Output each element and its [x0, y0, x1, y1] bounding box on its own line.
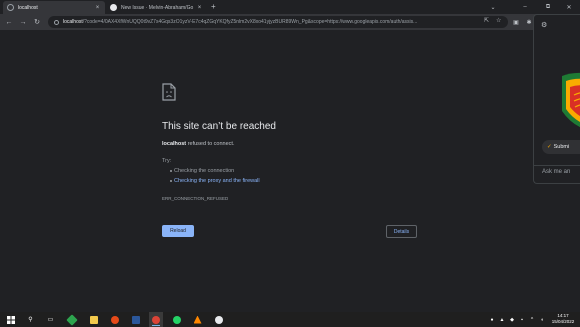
- check-icon: ✓: [547, 144, 552, 150]
- minimize-button[interactable]: –: [514, 1, 536, 13]
- error-host: localhost: [162, 141, 187, 147]
- tray-icon-drive[interactable]: ▲: [498, 314, 506, 325]
- chrome-icon[interactable]: [150, 314, 161, 325]
- windows-start-icon[interactable]: [5, 314, 16, 325]
- file-explorer-icon[interactable]: [88, 314, 99, 325]
- bookmark-star-icon[interactable]: ☆: [496, 17, 501, 24]
- app-icon-blue[interactable]: [213, 314, 224, 325]
- app-icon-red[interactable]: [109, 314, 120, 325]
- error-code: ERR_CONNECTION_REFUSED: [162, 196, 229, 201]
- suggestion-proxy-link[interactable]: Checking the proxy and the firewall: [174, 178, 260, 184]
- tab-localhost[interactable]: localhost ×: [3, 1, 105, 14]
- address-bar[interactable]: localhost /?code=4/0AX4XfWnUQQ0t9vZ7s4Gq…: [48, 16, 508, 28]
- close-tab-icon[interactable]: ×: [196, 5, 203, 11]
- share-icon[interactable]: ⇱: [484, 17, 489, 24]
- tab-strip: localhost × New Issue · Melvin-Abraham/G…: [0, 0, 580, 14]
- close-tab-icon[interactable]: ×: [94, 5, 101, 11]
- bullet: [170, 170, 172, 172]
- tab-title: New Issue · Melvin-Abraham/Go: [121, 4, 194, 11]
- maximize-button[interactable]: ⧉: [537, 1, 559, 13]
- tab-new-issue[interactable]: New Issue · Melvin-Abraham/Go ×: [106, 1, 207, 14]
- info-icon[interactable]: [54, 19, 59, 25]
- reload-button[interactable]: Reload: [162, 225, 194, 237]
- close-window-button[interactable]: ✕: [558, 1, 580, 13]
- app-icon-green[interactable]: [65, 313, 78, 326]
- vlc-icon[interactable]: [192, 314, 203, 325]
- reload-icon[interactable]: ↻: [31, 16, 43, 28]
- ask-input[interactable]: Ask me an: [542, 169, 570, 175]
- search-icon[interactable]: ⚲: [25, 314, 36, 325]
- error-message: localhost refused to connect.: [162, 141, 234, 147]
- tray-icon[interactable]: ●: [488, 314, 496, 325]
- url-host: localhost: [63, 19, 83, 25]
- bullet: [170, 180, 172, 182]
- details-button[interactable]: Details: [386, 225, 417, 238]
- extension-icon[interactable]: ▣: [511, 17, 521, 27]
- whatsapp-icon[interactable]: [171, 314, 182, 325]
- error-text: refused to connect.: [187, 141, 235, 147]
- tab-search-icon[interactable]: ⌄: [482, 1, 504, 13]
- back-icon[interactable]: ←: [3, 16, 15, 28]
- volume-icon[interactable]: ◖: [538, 314, 546, 325]
- clock-date: 15/04/2022: [551, 319, 575, 324]
- globe-icon: [7, 4, 14, 11]
- suggestion-connection: Checking the connection: [174, 168, 235, 174]
- browser-toolbar: ← → ↻ localhost /?code=4/0AX4XfWnUQQ0t9v…: [0, 14, 580, 30]
- tab-title: localhost: [18, 4, 38, 11]
- submit-label: Submi: [553, 144, 570, 150]
- sad-file-icon: [162, 83, 176, 101]
- error-title: This site can’t be reached: [162, 121, 276, 132]
- shield-fingerprint-icon: [562, 72, 580, 128]
- extension-popup: ⚙ ✓ Submi Ask me an: [533, 14, 580, 184]
- new-tab-button[interactable]: +: [211, 2, 216, 11]
- tray-icon[interactable]: ▪: [518, 314, 526, 325]
- gear-icon[interactable]: ⚙: [541, 21, 547, 29]
- word-icon[interactable]: [130, 314, 141, 325]
- tray-icon[interactable]: ◆: [508, 314, 516, 325]
- forward-icon[interactable]: →: [17, 16, 29, 28]
- page-content: This site can’t be reached localhost ref…: [0, 30, 580, 312]
- task-view-icon[interactable]: ▭: [45, 314, 56, 325]
- url-path: /?code=4/0AX4XfWnUQQ0t9vZ7s4Gqs3zO1yzV-E…: [82, 19, 418, 25]
- chevron-up-icon[interactable]: ^: [528, 314, 536, 325]
- github-icon: [110, 4, 117, 11]
- submit-button[interactable]: ✓ Submi: [542, 140, 580, 154]
- divider: [534, 165, 580, 166]
- taskbar: ⚲ ▭ ● ▲ ◆ ▪ ^ ◖ 14:17 15/04/2022: [0, 312, 580, 327]
- clock[interactable]: 14:17 15/04/2022: [548, 313, 578, 325]
- try-label: Try:: [162, 158, 172, 164]
- active-indicator: [152, 325, 160, 326]
